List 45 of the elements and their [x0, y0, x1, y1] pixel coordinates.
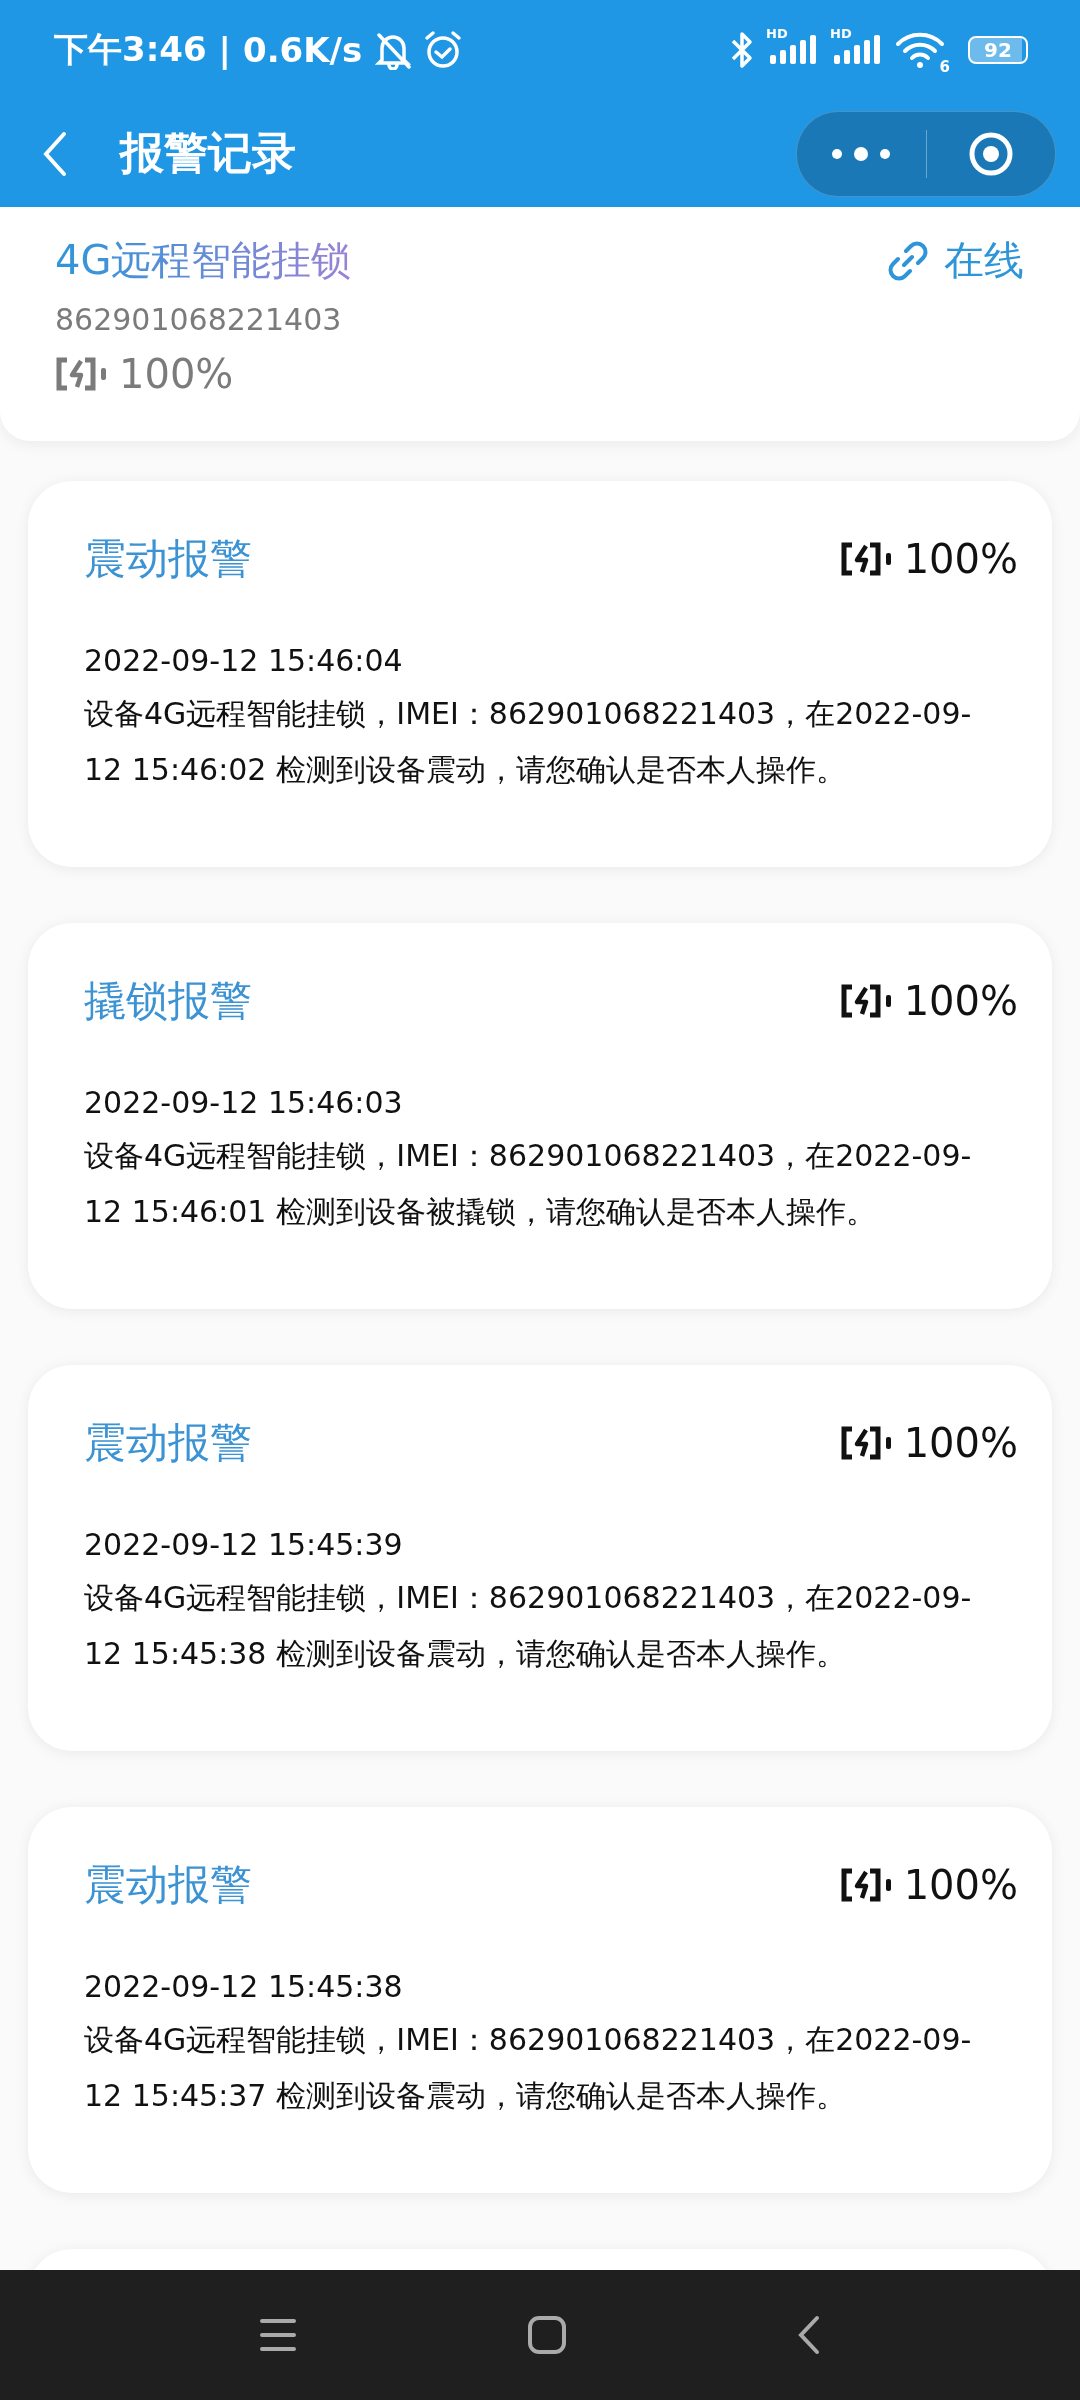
- alert-message: 设备4G远程智能挂锁，IMEI：862901068221403，在2022-09-12 15:45:37 检测到设备震动，请您确认是否本人操作。: [84, 2021, 973, 2115]
- status-separator: |: [218, 30, 231, 70]
- home-button[interactable]: [527, 2315, 567, 2355]
- alert-battery: 100%: [903, 536, 1018, 582]
- alert-time: 2022-09-12 15:46:03: [84, 1085, 404, 1120]
- page-title: 报警记录: [120, 126, 296, 180]
- alert-message: 设备4G远程智能挂锁，IMEI：862901068221403，在2022-09-12 15:46:01 检测到设备被撬锁，请您确认是否本人操作。: [84, 1137, 973, 1231]
- device-imei: 862901068221403: [55, 302, 343, 337]
- network-speed: 0.6K/s: [243, 30, 363, 70]
- back-icon: [797, 2315, 821, 2355]
- alert-message: 设备4G远程智能挂锁，IMEI：862901068221403，在2022-09-12 15:46:02 检测到设备震动，请您确认是否本人操作。: [84, 695, 973, 789]
- device-battery: 100%: [119, 351, 234, 397]
- alert-battery: 100%: [903, 1862, 1018, 1908]
- bluetooth-icon: [730, 30, 754, 70]
- hd-label: HD: [830, 26, 852, 41]
- status-time: 下午3:46: [54, 28, 207, 71]
- alert-title: 震动报警: [84, 1417, 252, 1469]
- wifi-label: 6: [939, 58, 950, 76]
- alert-card[interactable]: 震动报警 100% 2022-09-12 15:45:39 设备4G远程智能挂锁，IMEI：862901068221403，在2022-09-12 15:45:38 检测到设备震动，请您确认是否本人操作。: [28, 1365, 1052, 1751]
- alert-title: 震动报警: [84, 533, 252, 585]
- alert-time: 2022-09-12 15:45:39: [84, 1527, 404, 1562]
- alert-battery: 100%: [903, 1420, 1018, 1466]
- alert-battery: 100%: [903, 978, 1018, 1024]
- charging-battery-icon: [839, 984, 894, 1018]
- alert-card[interactable]: 震动报警 100% 2022-09-12 15:46:04 设备4G远程智能挂锁，IMEI：862901068221403，在2022-09-12 15:46:02 检测到设备震动，请您确认是否本人操作。: [28, 481, 1052, 867]
- battery-indicator: 92: [968, 36, 1028, 64]
- square-icon: [527, 2315, 567, 2355]
- menu-icon: [259, 2317, 297, 2353]
- menu-button[interactable]: [259, 2317, 297, 2353]
- charging-battery-icon: [839, 1426, 894, 1460]
- alert-title: 撬锁报警: [84, 975, 252, 1027]
- alarm-clock-icon: [424, 30, 463, 70]
- hd-label: HD: [766, 26, 788, 41]
- muted-bell-icon: [374, 30, 413, 70]
- alert-message: 设备4G远程智能挂锁，IMEI：862901068221403，在2022-09-12 15:45:38 检测到设备震动，请您确认是否本人操作。: [84, 1579, 973, 1673]
- alert-time: 2022-09-12 15:45:38: [84, 1969, 404, 2004]
- charging-battery-icon: [839, 1868, 894, 1902]
- back-nav-button[interactable]: [797, 2315, 821, 2355]
- alert-card[interactable]: 震动报警 100% 2022-09-12 15:45:38 设备4G远程智能挂锁，IMEI：862901068221403，在2022-09-12 15:45:37 检测到设备震动，请您确认是否本人操作。: [28, 1807, 1052, 2193]
- alert-card[interactable]: 撬锁报警 100% 2022-09-12 15:46:03 设备4G远程智能挂锁，IMEI：862901068221403，在2022-09-12 15:46:01 检测到设备被撬锁，请您确认是否本人操作。: [28, 923, 1052, 1309]
- alert-title: 震动报警: [84, 1859, 252, 1911]
- alert-time: 2022-09-12 15:46:04: [84, 643, 404, 678]
- charging-battery-icon: [55, 357, 109, 391]
- online-status: 在线: [944, 236, 1024, 285]
- charging-battery-icon: [839, 542, 894, 576]
